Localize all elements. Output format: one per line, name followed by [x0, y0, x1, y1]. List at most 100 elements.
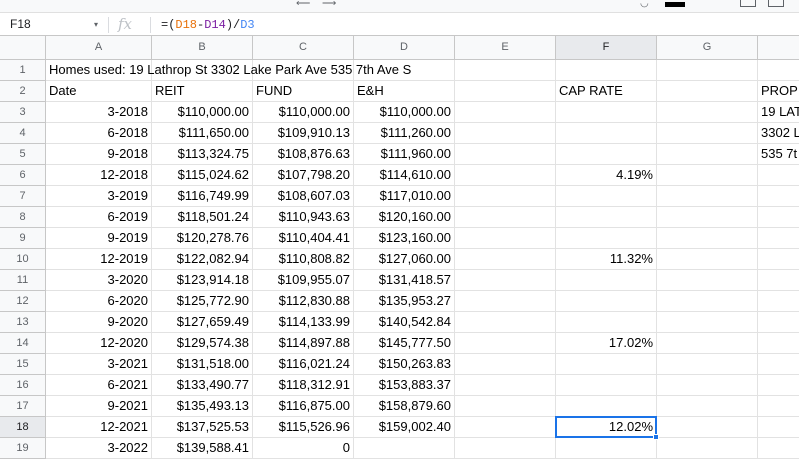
empty-cell[interactable] [758, 165, 799, 186]
empty-cell[interactable] [657, 333, 758, 354]
select-all-corner[interactable] [0, 36, 46, 60]
column-header[interactable]: B [152, 36, 253, 60]
empty-cell[interactable] [657, 438, 758, 459]
cap-rate-cell[interactable]: 12.02% [556, 417, 657, 438]
reit-cell[interactable]: $123,914.18 [152, 270, 253, 291]
merge-icon[interactable] [740, 0, 756, 7]
cap-rate-cell[interactable]: 17.02% [556, 333, 657, 354]
eh-cell[interactable]: $114,610.00 [354, 165, 455, 186]
eh-cell[interactable]: $135,953.27 [354, 291, 455, 312]
date-cell[interactable]: 12-2020 [46, 333, 152, 354]
row-header[interactable]: 17 [0, 396, 46, 417]
empty-cell[interactable] [657, 123, 758, 144]
reit-cell[interactable]: $125,772.90 [152, 291, 253, 312]
date-cell[interactable]: 9-2019 [46, 228, 152, 249]
property-cell[interactable]: 19 LAT [758, 102, 799, 123]
fund-cell[interactable]: $110,808.82 [253, 249, 354, 270]
eh-cell[interactable]: $150,263.83 [354, 354, 455, 375]
date-cell[interactable]: 9-2021 [46, 396, 152, 417]
cap-rate-cell[interactable] [556, 186, 657, 207]
eh-cell[interactable] [354, 438, 455, 459]
empty-cell[interactable] [455, 291, 556, 312]
column-header[interactable]: F [556, 36, 657, 60]
reit-cell[interactable]: $113,324.75 [152, 144, 253, 165]
fund-cell[interactable]: $110,000.00 [253, 102, 354, 123]
empty-cell[interactable] [657, 312, 758, 333]
empty-cell[interactable] [455, 207, 556, 228]
cap-rate-cell[interactable] [556, 228, 657, 249]
property-cell[interactable]: 3302 L [758, 123, 799, 144]
reit-cell[interactable]: $118,501.24 [152, 207, 253, 228]
row-header[interactable]: 15 [0, 354, 46, 375]
text-color-indicator[interactable] [665, 2, 685, 7]
header-prop[interactable]: PROP [758, 81, 799, 102]
row-header[interactable]: 18 [0, 417, 46, 438]
empty-cell[interactable] [455, 228, 556, 249]
row-header[interactable]: 11 [0, 270, 46, 291]
date-cell[interactable]: 6-2020 [46, 291, 152, 312]
column-header[interactable] [758, 36, 799, 60]
empty-cell[interactable] [455, 333, 556, 354]
eh-cell[interactable]: $111,260.00 [354, 123, 455, 144]
empty-cell[interactable] [455, 396, 556, 417]
date-cell[interactable]: 6-2018 [46, 123, 152, 144]
eh-cell[interactable]: $159,002.40 [354, 417, 455, 438]
empty-cell[interactable] [758, 375, 799, 396]
date-cell[interactable]: 9-2020 [46, 312, 152, 333]
column-header[interactable]: D [354, 36, 455, 60]
empty-cell[interactable] [455, 312, 556, 333]
eh-cell[interactable]: $153,883.37 [354, 375, 455, 396]
reit-cell[interactable]: $116,749.99 [152, 186, 253, 207]
date-cell[interactable]: 6-2019 [46, 207, 152, 228]
cap-rate-cell[interactable] [556, 438, 657, 459]
empty-cell[interactable] [657, 375, 758, 396]
empty-cell[interactable] [657, 207, 758, 228]
row-header[interactable]: 16 [0, 375, 46, 396]
empty-cell[interactable] [657, 186, 758, 207]
empty-cell[interactable] [455, 186, 556, 207]
eh-cell[interactable]: $140,542.84 [354, 312, 455, 333]
empty-cell[interactable] [455, 60, 556, 81]
empty-cell[interactable] [758, 417, 799, 438]
row-header[interactable]: 6 [0, 165, 46, 186]
row-header[interactable]: 8 [0, 207, 46, 228]
reit-cell[interactable]: $139,588.41 [152, 438, 253, 459]
property-cell[interactable]: 535 7t [758, 144, 799, 165]
empty-cell[interactable] [455, 102, 556, 123]
empty-cell[interactable] [657, 81, 758, 102]
row-header[interactable]: 14 [0, 333, 46, 354]
fund-cell[interactable]: $110,943.63 [253, 207, 354, 228]
date-cell[interactable]: 12-2021 [46, 417, 152, 438]
fund-cell[interactable]: $108,876.63 [253, 144, 354, 165]
reit-cell[interactable]: $129,574.38 [152, 333, 253, 354]
fund-cell[interactable]: $108,607.03 [253, 186, 354, 207]
empty-cell[interactable] [657, 144, 758, 165]
empty-cell[interactable] [758, 291, 799, 312]
eh-cell[interactable]: $127,060.00 [354, 249, 455, 270]
cap-rate-cell[interactable] [556, 144, 657, 165]
reit-cell[interactable]: $127,659.49 [152, 312, 253, 333]
cap-rate-cell[interactable] [556, 207, 657, 228]
empty-cell[interactable] [758, 354, 799, 375]
eh-cell[interactable]: $131,418.57 [354, 270, 455, 291]
cap-rate-cell[interactable]: 4.19% [556, 165, 657, 186]
empty-cell[interactable] [758, 249, 799, 270]
empty-cell[interactable] [758, 207, 799, 228]
column-header[interactable]: A [46, 36, 152, 60]
empty-cell[interactable] [455, 144, 556, 165]
row-header[interactable]: 10 [0, 249, 46, 270]
header-fund[interactable]: FUND [253, 81, 354, 102]
arrow-right-icon[interactable]: ⟶ [322, 0, 336, 9]
row-header[interactable]: 2 [0, 81, 46, 102]
eh-cell[interactable]: $120,160.00 [354, 207, 455, 228]
formula-input[interactable]: =(D18-D14)/D3 [161, 17, 255, 33]
header-date[interactable]: Date [46, 81, 152, 102]
fund-cell[interactable]: $114,897.88 [253, 333, 354, 354]
reit-cell[interactable]: $115,024.62 [152, 165, 253, 186]
row-header[interactable]: 3 [0, 102, 46, 123]
date-cell[interactable]: 3-2020 [46, 270, 152, 291]
cap-rate-cell[interactable]: 11.32% [556, 249, 657, 270]
header-cap-rate[interactable]: CAP RATE [556, 81, 657, 102]
empty-cell[interactable] [758, 228, 799, 249]
cap-rate-cell[interactable] [556, 375, 657, 396]
